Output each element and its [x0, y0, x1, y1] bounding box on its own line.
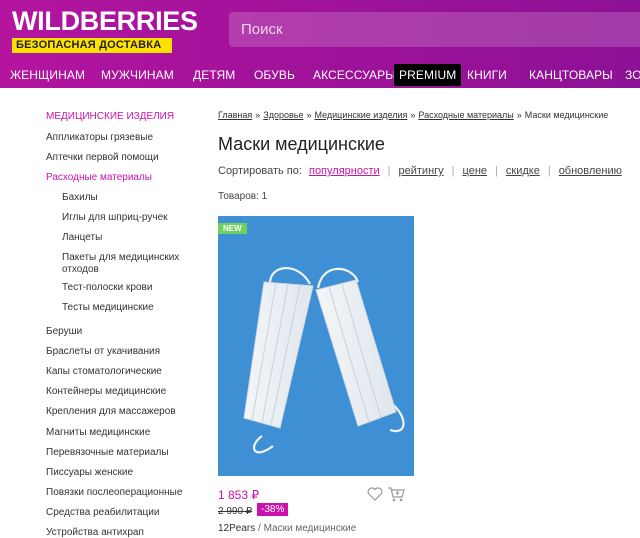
new-badge: NEW — [218, 223, 247, 234]
main-nav: ЖЕНЩИНАМ МУЖЧИНАМ ДЕТЯМ ОБУВЬ АКСЕССУАРЫ… — [0, 64, 640, 86]
sort-option-popularity[interactable]: популярности — [309, 165, 380, 177]
product-price: 1 853 ₽ — [218, 488, 259, 502]
sidebar-subitem[interactable]: Ланцеты — [62, 232, 182, 244]
goods-count-label: Товаров: — [218, 191, 259, 202]
sidebar-subitem[interactable]: Пакеты для медицинских отходов — [62, 252, 182, 276]
sidebar-heading[interactable]: МЕДИЦИНСКИЕ ИЗДЕЛИЯ — [46, 111, 174, 123]
nav-item-men[interactable]: МУЖЧИНАМ — [101, 64, 174, 86]
nav-item-books[interactable]: КНИГИ — [467, 64, 507, 86]
breadcrumb-separator: » — [410, 110, 416, 120]
sidebar-subitem[interactable]: Тесты медицинские — [62, 302, 182, 314]
product-old-price: 2 990 ₽ — [218, 506, 253, 517]
breadcrumb-current: Маски медицинские — [524, 110, 609, 120]
sort-divider: | — [451, 165, 455, 177]
sidebar-item[interactable]: Капы стоматологические — [46, 366, 162, 378]
breadcrumb-separator: » — [306, 110, 312, 120]
nav-item-kids[interactable]: ДЕТЯМ — [193, 64, 235, 86]
sidebar-item[interactable]: Магниты медицинские — [46, 427, 150, 439]
search-box[interactable] — [229, 12, 640, 47]
sidebar-subitem[interactable]: Бахилы — [62, 192, 182, 204]
sidebar-item[interactable]: Устройства антихрап — [46, 527, 144, 538]
nav-item-shoes[interactable]: ОБУВЬ — [254, 64, 295, 86]
sidebar-subitem[interactable]: Иглы для шприц-ручек — [62, 212, 182, 224]
sidebar-item[interactable]: Беруши — [46, 326, 82, 338]
nav-item-women[interactable]: ЖЕНЩИНАМ — [10, 64, 85, 86]
sort-label: Сортировать по: — [218, 165, 302, 177]
nav-item-accessories[interactable]: АКСЕССУАРЫ — [313, 64, 396, 86]
sidebar-item[interactable]: Браслеты от укачивания — [46, 346, 160, 358]
breadcrumb-separator: » — [255, 110, 261, 120]
sort-bar: Сортировать по: популярности | рейтингу | це… — [218, 165, 626, 177]
breadcrumb: Главная» Здоровье» Медицинские изделия» Рас… — [218, 110, 608, 120]
sidebar-item-active[interactable]: Расходные материалы — [46, 172, 152, 184]
sidebar-item[interactable]: Аппликаторы грязевые — [46, 132, 153, 144]
nav-item-more[interactable]: ЗО — [625, 64, 640, 86]
sort-option-update[interactable]: обновлению — [559, 165, 622, 177]
sort-divider: | — [387, 165, 391, 177]
sort-option-price[interactable]: цене — [463, 165, 488, 177]
sidebar-item[interactable]: Повязки послеоперационные — [46, 487, 182, 499]
breadcrumb-link-consumables[interactable]: Расходные материалы — [418, 110, 513, 120]
logo[interactable]: WILDBERRIES БЕЗОПАСНАЯ ДОСТАВКА — [12, 6, 198, 53]
sidebar-item[interactable]: Контейнеры медицинские — [46, 386, 166, 398]
breadcrumb-link-medical[interactable]: Медицинские изделия — [314, 110, 407, 120]
logo-subtitle: БЕЗОПАСНАЯ ДОСТАВКА — [12, 38, 172, 53]
mask-illustration — [243, 267, 405, 454]
nav-item-premium[interactable]: PREMIUM — [394, 64, 462, 86]
product-image[interactable] — [218, 216, 414, 476]
sidebar-subitem[interactable]: Тест-полоски крови — [62, 282, 182, 294]
product-brand-line[interactable]: 12Pears / Маски медицинские — [218, 523, 356, 534]
breadcrumb-link-health[interactable]: Здоровье — [263, 110, 303, 120]
sidebar-item[interactable]: Аптечки первой помощи — [46, 152, 159, 164]
page-title: Маски медицинские — [218, 134, 385, 154]
product-name: Маски медицинские — [263, 523, 357, 534]
sort-option-discount[interactable]: скидке — [506, 165, 540, 177]
breadcrumb-link-home[interactable]: Главная — [218, 110, 252, 120]
sidebar-item[interactable]: Средства реабилитации — [46, 507, 159, 519]
discount-badge: -38% — [257, 503, 289, 516]
product-brand: 12Pears — [218, 523, 256, 534]
search-input[interactable] — [229, 12, 640, 47]
sidebar-item[interactable]: Крепления для массажеров — [46, 406, 176, 418]
goods-count-value: 1 — [261, 191, 268, 202]
brand-separator: / — [255, 523, 264, 534]
nav-item-stationery[interactable]: КАНЦТОВАРЫ — [529, 64, 613, 86]
sort-option-rating[interactable]: рейтингу — [399, 165, 444, 177]
cart-icon[interactable] — [387, 486, 405, 502]
logo-text: WILDBERRIES — [12, 6, 198, 36]
sidebar-item[interactable]: Перевязочные материалы — [46, 447, 169, 459]
goods-count: Товаров: 1 — [218, 191, 267, 202]
sort-divider: | — [495, 165, 498, 177]
heart-icon[interactable] — [367, 487, 383, 501]
sort-divider: | — [547, 165, 551, 177]
site-header: WILDBERRIES БЕЗОПАСНАЯ ДОСТАВКА ЖЕНЩИНАМ… — [0, 0, 640, 88]
sidebar-item[interactable]: Писсуары женские — [46, 467, 133, 479]
breadcrumb-separator: » — [516, 110, 522, 120]
